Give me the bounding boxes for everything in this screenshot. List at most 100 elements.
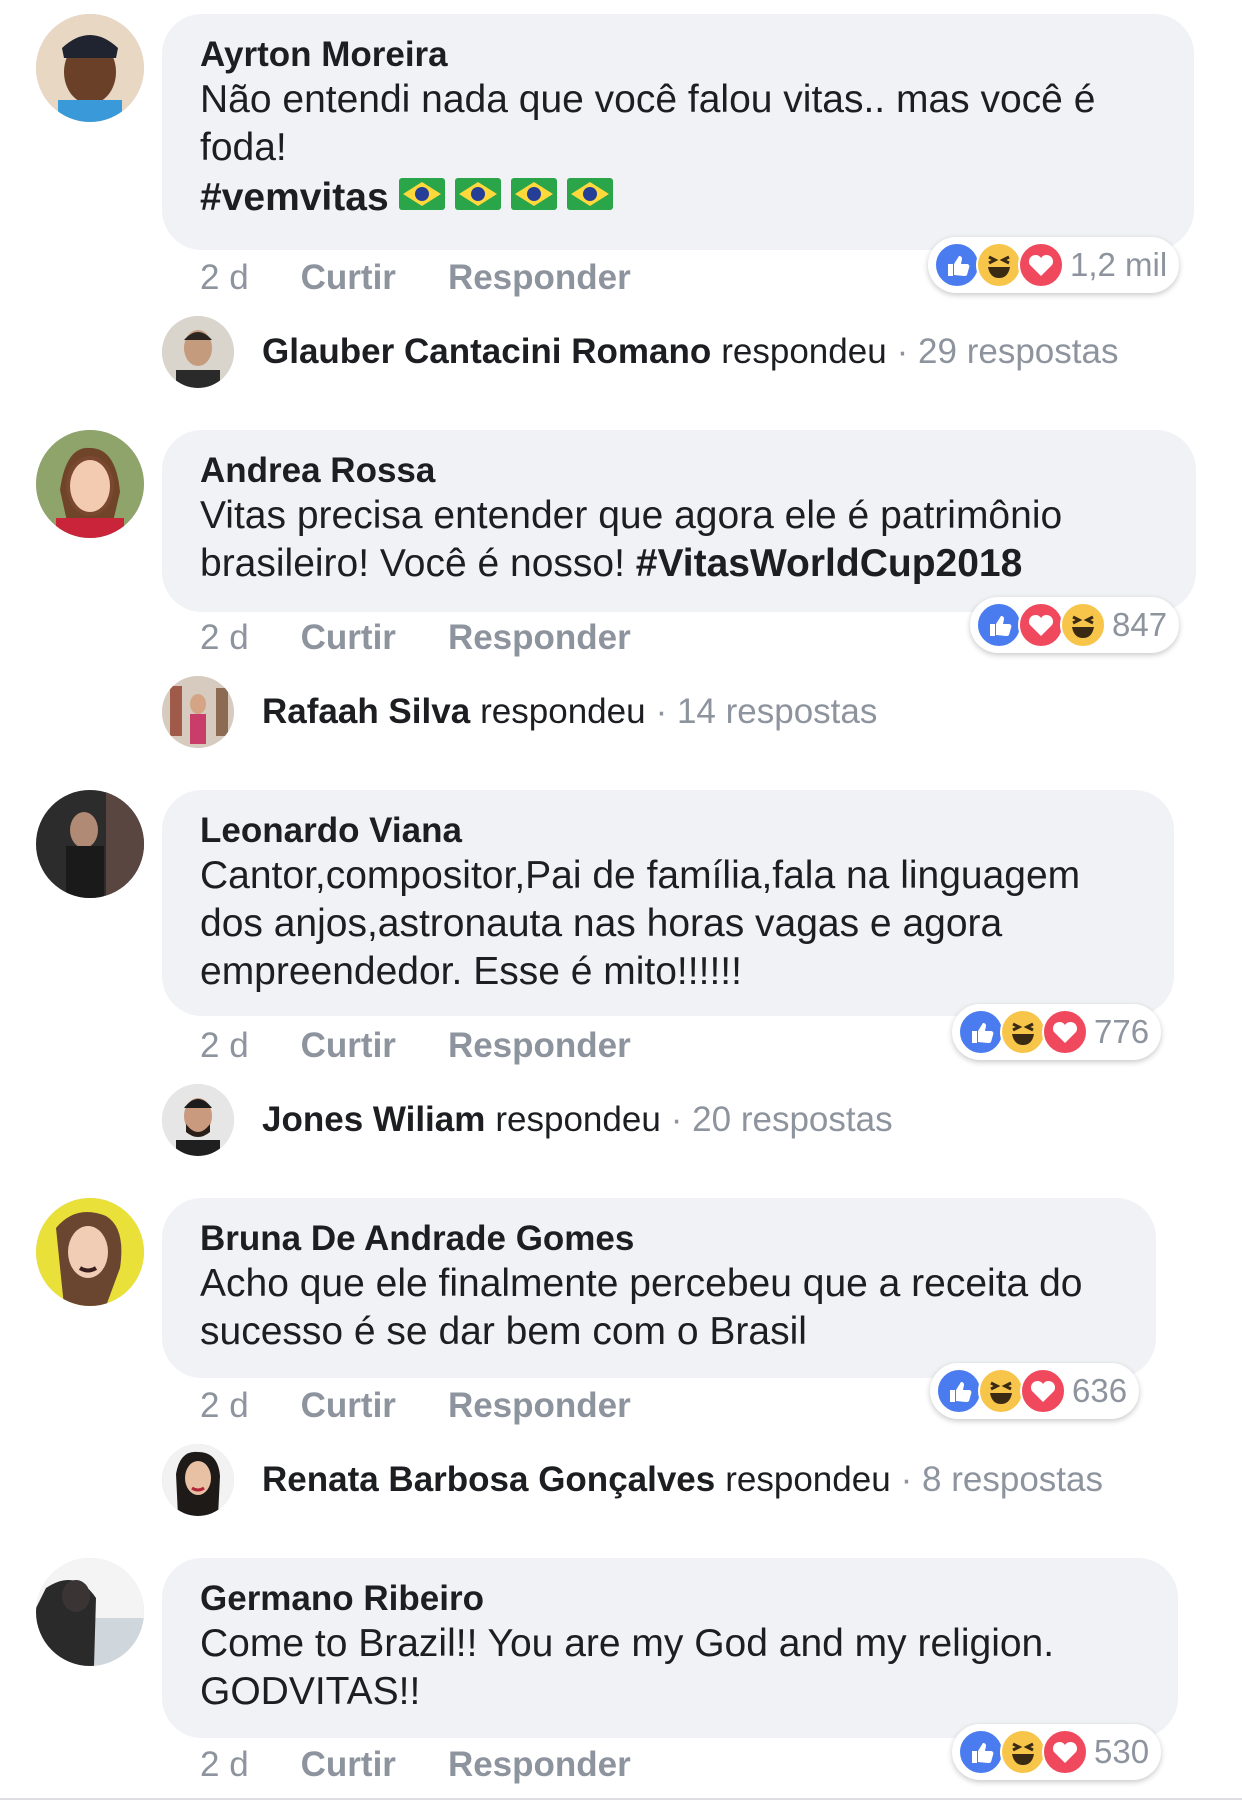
reply-count: · 14 respostas: [655, 692, 878, 731]
comment-timestamp[interactable]: 2 d: [200, 1745, 249, 1785]
hashtag-link[interactable]: #VitasWorldCup2018: [636, 542, 1023, 585]
comment-timestamp[interactable]: 2 d: [200, 258, 249, 298]
reply-verb: respondeu: [725, 1460, 891, 1499]
avatar-photo-icon: [162, 676, 234, 748]
reply-author: Renata Barbosa Gonçalves: [262, 1460, 716, 1499]
comment-author[interactable]: Ayrton Moreira: [200, 34, 1156, 76]
avatar-photo-icon: [36, 1198, 144, 1306]
avatar[interactable]: [36, 14, 144, 122]
comment-author[interactable]: Germano Ribeiro: [200, 1578, 1140, 1620]
avatar[interactable]: [36, 1558, 144, 1666]
reply-author: Jones Wiliam: [262, 1100, 486, 1139]
reaction-count: 847: [1112, 606, 1168, 643]
avatar-photo-icon: [36, 1558, 144, 1666]
brazil-flag-icon: [510, 172, 557, 224]
avatar-photo-icon: [36, 790, 144, 898]
reply-author: Rafaah Silva: [262, 692, 471, 731]
reaction-count: 530: [1094, 1733, 1150, 1770]
comment-bubble: Bruna De Andrade Gomes Acho que ele fina…: [162, 1198, 1156, 1378]
comment-author[interactable]: Andrea Rossa: [200, 450, 1158, 492]
replies-preview[interactable]: Rafaah Silva respondeu · 14 respostas: [162, 676, 877, 748]
reply-verb: respondeu: [495, 1100, 661, 1139]
like-icon: [936, 1368, 982, 1414]
brazil-flag-icon: [566, 172, 613, 224]
reply-verb: respondeu: [721, 332, 887, 371]
avatar-photo-icon: [162, 316, 234, 388]
replies-preview[interactable]: Renata Barbosa Gonçalves respondeu · 8 r…: [162, 1444, 1103, 1516]
comment-text: Cantor,compositor,Pai de família,fala na…: [200, 854, 1081, 993]
comment-actions: 2 d Curtir Responder: [200, 618, 631, 658]
haha-icon: [1060, 602, 1106, 648]
like-button[interactable]: Curtir: [301, 258, 396, 298]
replies-preview[interactable]: Glauber Cantacini Romano respondeu · 29 …: [162, 316, 1118, 388]
avatar[interactable]: [36, 430, 144, 538]
like-icon: [934, 242, 980, 288]
avatar-photo-icon: [36, 14, 144, 122]
avatar-photo-icon: [162, 1444, 234, 1516]
like-icon: [958, 1729, 1004, 1775]
comment-timestamp[interactable]: 2 d: [200, 1386, 249, 1426]
like-icon: [958, 1009, 1004, 1055]
haha-icon: [1000, 1009, 1046, 1055]
reply-button[interactable]: Responder: [448, 1386, 631, 1426]
like-button[interactable]: Curtir: [301, 618, 396, 658]
love-icon: [1018, 602, 1064, 648]
reply-author: Glauber Cantacini Romano: [262, 332, 712, 371]
haha-icon: [976, 242, 1022, 288]
comment-actions: 2 d Curtir Responder: [200, 1026, 631, 1066]
reactions-summary[interactable]: 847: [970, 597, 1180, 653]
avatar: [162, 1084, 234, 1156]
reactions-summary[interactable]: 530: [952, 1724, 1162, 1780]
comment-author[interactable]: Bruna De Andrade Gomes: [200, 1218, 1118, 1260]
reactions-summary[interactable]: 1,2 mil: [928, 237, 1180, 293]
reply-count: · 20 respostas: [670, 1100, 893, 1139]
reaction-count: 636: [1072, 1372, 1128, 1409]
love-icon: [1020, 1368, 1066, 1414]
avatar-photo-icon: [162, 1084, 234, 1156]
reply-button[interactable]: Responder: [448, 618, 631, 658]
like-icon: [976, 602, 1022, 648]
comment-text: Come to Brazil!! You are my God and my r…: [200, 1622, 1055, 1713]
comment-actions: 2 d Curtir Responder: [200, 1745, 631, 1785]
comment-bubble: Germano Ribeiro Come to Brazil!! You are…: [162, 1558, 1178, 1738]
love-icon: [1042, 1009, 1088, 1055]
comment-bubble: Ayrton Moreira Não entendi nada que você…: [162, 14, 1194, 250]
comment-actions: 2 d Curtir Responder: [200, 1386, 631, 1426]
like-button[interactable]: Curtir: [301, 1386, 396, 1426]
avatar[interactable]: [36, 1198, 144, 1306]
avatar: [162, 316, 234, 388]
hashtag-link[interactable]: #vemvitas: [200, 172, 389, 224]
brazil-flag-icon: [398, 172, 445, 224]
comment-actions: 2 d Curtir Responder: [200, 258, 631, 298]
comment-timestamp[interactable]: 2 d: [200, 618, 249, 658]
comment-text: Acho que ele finalmente percebeu que a r…: [200, 1262, 1083, 1353]
reply-button[interactable]: Responder: [448, 258, 631, 298]
brazil-flag-icon: [454, 172, 501, 224]
reaction-count: 1,2 mil: [1070, 246, 1168, 283]
reactions-summary[interactable]: 776: [952, 1004, 1162, 1060]
comment-author[interactable]: Leonardo Viana: [200, 810, 1136, 852]
like-button[interactable]: Curtir: [301, 1745, 396, 1785]
comment-text: Vitas precisa entender que agora ele é p…: [200, 492, 1158, 588]
avatar[interactable]: [36, 790, 144, 898]
reply-verb: respondeu: [480, 692, 646, 731]
comment-bubble: Andrea Rossa Vitas precisa entender que …: [162, 430, 1196, 612]
haha-icon: [978, 1368, 1024, 1414]
comment-hashtags: #vemvitas: [200, 172, 1156, 224]
avatar: [162, 676, 234, 748]
love-icon: [1018, 242, 1064, 288]
avatar-photo-icon: [36, 430, 144, 538]
divider: [0, 1798, 1242, 1800]
reply-button[interactable]: Responder: [448, 1026, 631, 1066]
reply-button[interactable]: Responder: [448, 1745, 631, 1785]
reply-count: · 29 respostas: [896, 332, 1119, 371]
reaction-count: 776: [1094, 1013, 1150, 1050]
like-button[interactable]: Curtir: [301, 1026, 396, 1066]
replies-preview[interactable]: Jones Wiliam respondeu · 20 respostas: [162, 1084, 893, 1156]
reactions-summary[interactable]: 636: [930, 1363, 1140, 1419]
comment-bubble: Leonardo Viana Cantor,compositor,Pai de …: [162, 790, 1174, 1016]
avatar: [162, 1444, 234, 1516]
comment-timestamp[interactable]: 2 d: [200, 1026, 249, 1066]
comment-text: Não entendi nada que você falou vitas.. …: [200, 78, 1096, 169]
love-icon: [1042, 1729, 1088, 1775]
